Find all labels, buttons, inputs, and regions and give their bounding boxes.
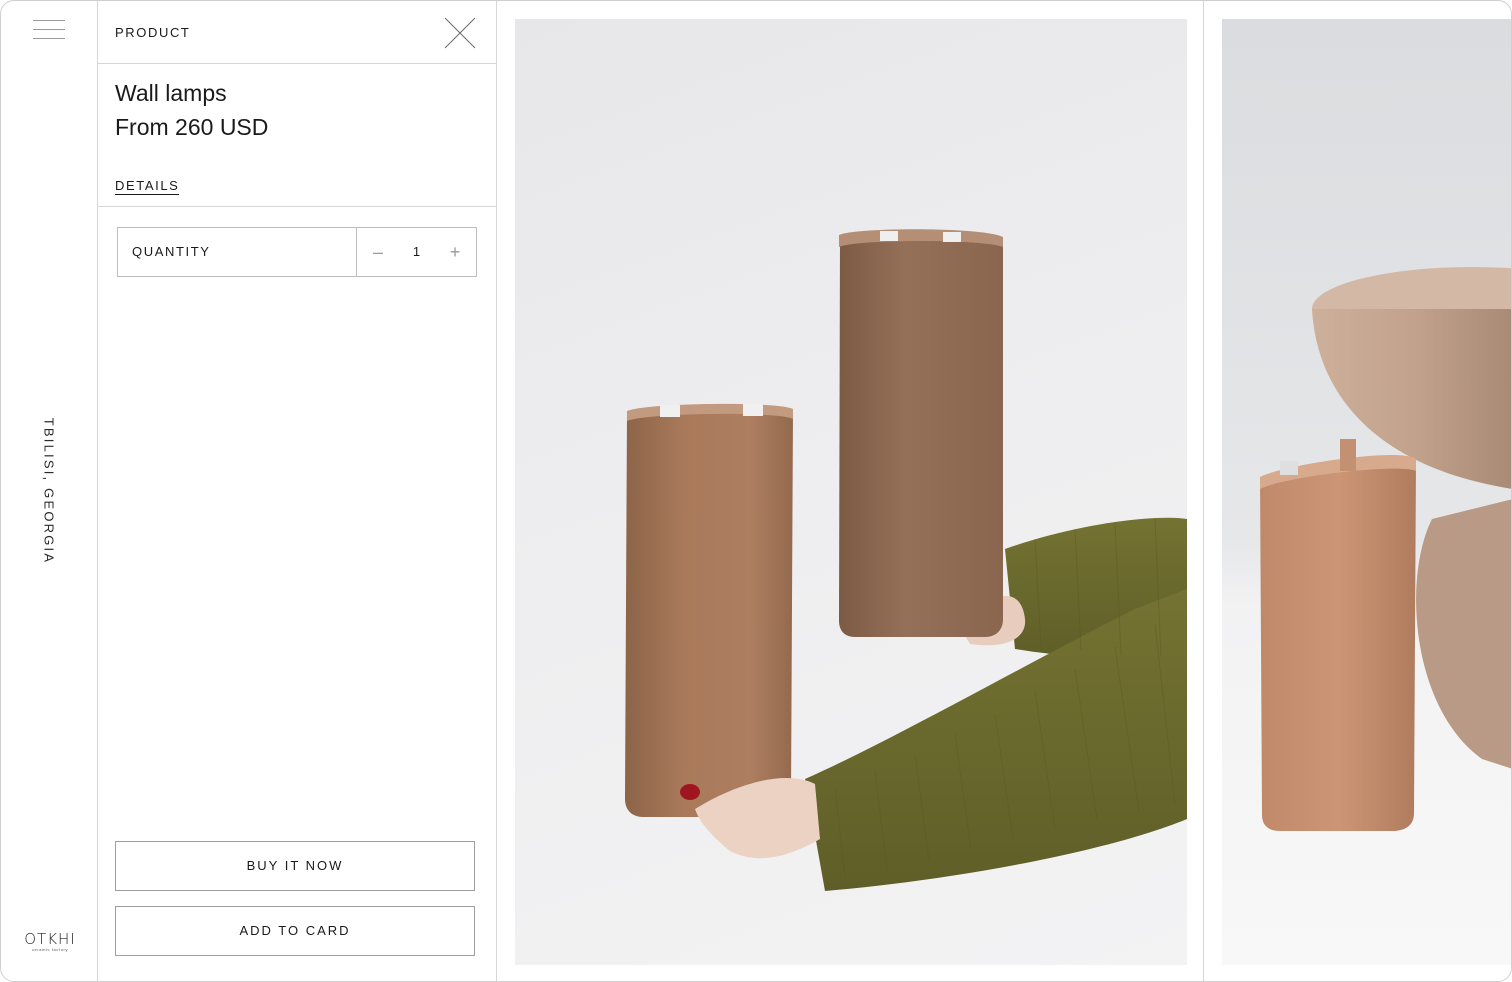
panel-title: PRODUCT — [115, 25, 191, 40]
close-icon — [444, 17, 476, 49]
location-label: TBILISI, GEORGIA — [41, 417, 57, 565]
hamburger-menu-icon[interactable] — [33, 19, 65, 41]
quantity-label: QUANTITY — [118, 228, 357, 276]
brand-logo[interactable]: OTKHI ceramic factory — [23, 931, 77, 953]
quantity-stepper: QUANTITY – 1 + — [117, 227, 477, 277]
close-button[interactable] — [444, 17, 476, 49]
product-name: Wall lamps — [115, 80, 227, 106]
product-photo-2[interactable] — [1222, 19, 1511, 965]
logo-mark: OTKHI — [24, 930, 76, 948]
add-to-cart-button[interactable]: ADD TO CARD — [115, 906, 475, 956]
quantity-controls: – 1 + — [357, 228, 476, 276]
quantity-increment-button[interactable]: + — [440, 228, 470, 276]
product-price: From 260 USD — [115, 114, 269, 140]
quantity-value[interactable]: 1 — [387, 228, 446, 276]
gallery-divider — [1203, 1, 1204, 981]
panel-header: PRODUCT — [98, 1, 496, 64]
left-rail: TBILISI, GEORGIA OTKHI ceramic factory — [1, 1, 98, 981]
product-gallery — [497, 1, 1511, 981]
app-frame: TBILISI, GEORGIA OTKHI ceramic factory P… — [0, 0, 1512, 982]
product-photo-1[interactable] — [515, 19, 1187, 965]
product-panel: PRODUCT Wall lamps From 260 USD DETAILS … — [98, 1, 497, 981]
details-link[interactable]: DETAILS — [115, 178, 180, 195]
section-divider — [98, 206, 496, 207]
buy-now-button[interactable]: BUY IT NOW — [115, 841, 475, 891]
